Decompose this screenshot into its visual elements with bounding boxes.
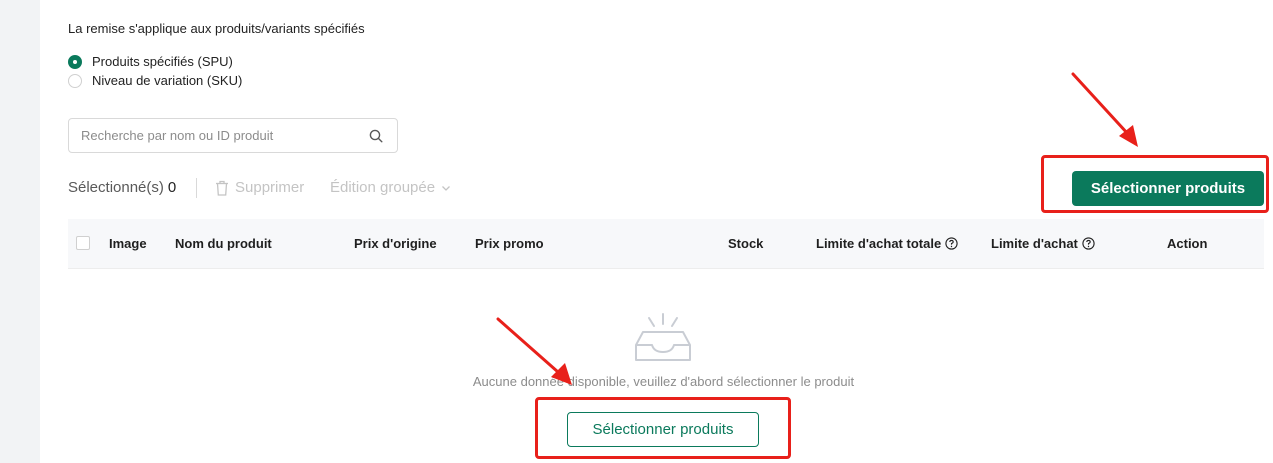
radio-sku-label: Niveau de variation (SKU) (92, 73, 243, 88)
table-header: Image Nom du produit Prix d'origine Prix… (68, 219, 1264, 269)
select-all-checkbox[interactable] (76, 236, 90, 250)
annotation-highlight-box (1041, 155, 1269, 213)
column-header-stock: Stock (728, 236, 764, 251)
discount-scope-label: La remise s'applique aux produits/varian… (68, 21, 365, 36)
delete-button[interactable]: Supprimer (215, 179, 304, 196)
radio-unchecked-icon[interactable] (68, 73, 82, 88)
delete-label: Supprimer (235, 179, 305, 196)
help-icon[interactable] (945, 237, 958, 250)
selected-count-info: Sélectionné(s) 0 (68, 179, 176, 196)
column-header-image: Image (109, 236, 147, 251)
selected-count: 0 (167, 179, 177, 196)
trash-icon (216, 180, 228, 196)
search-input[interactable] (81, 119, 361, 152)
annotation-arrow (1071, 72, 1138, 147)
empty-state-message: Aucune donnée disponible, veuillez d'abo… (472, 374, 855, 389)
search-icon[interactable] (369, 129, 383, 143)
selected-label: Sélectionné(s) (68, 179, 164, 196)
column-header-action: Action (1167, 236, 1208, 251)
annotation-highlight-box (535, 397, 791, 459)
column-header-purchase-limit-label: Limite d'achat (991, 236, 1078, 251)
column-header-promo-price: Prix promo (475, 236, 544, 251)
help-icon[interactable] (1082, 237, 1095, 250)
radio-sku[interactable]: Niveau de variation (SKU) (68, 73, 242, 88)
radio-spu[interactable]: Produits spécifiés (SPU) (68, 54, 233, 69)
column-header-purchase-limit: Limite d'achat (991, 219, 1095, 268)
column-header-product-name: Nom du produit (175, 236, 272, 251)
chevron-down-icon (442, 185, 451, 191)
column-header-total-purchase-limit-label: Limite d'achat totale (816, 236, 942, 251)
radio-spu-label: Produits spécifiés (SPU) (92, 54, 233, 69)
toolbar-divider (196, 178, 197, 198)
column-header-total-purchase-limit: Limite d'achat totale (816, 219, 958, 268)
search-box[interactable] (68, 118, 398, 153)
column-header-original-price: Prix d'origine (354, 236, 437, 251)
empty-inbox-icon (635, 313, 691, 361)
bulk-edit-label: Édition groupée (330, 179, 436, 196)
left-rail (0, 0, 40, 463)
radio-checked-icon[interactable] (68, 54, 82, 69)
bulk-edit-dropdown[interactable]: Édition groupée (330, 179, 451, 196)
